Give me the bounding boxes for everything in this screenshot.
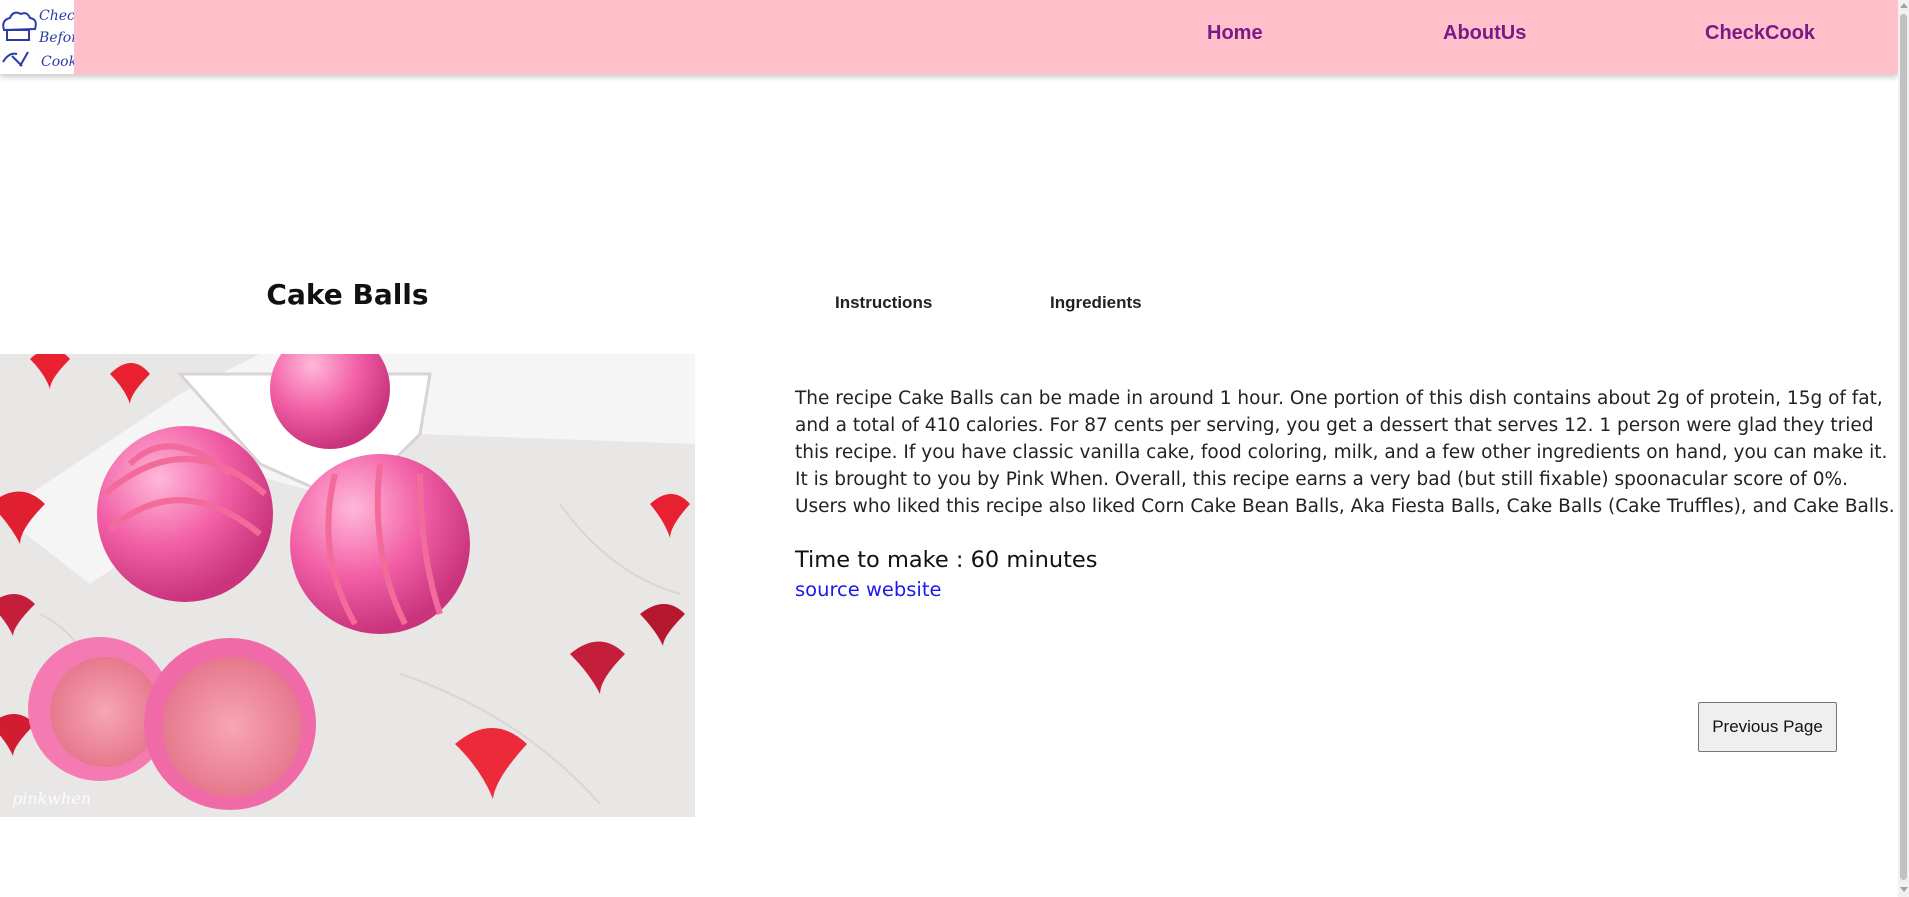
nav-aboutus-link[interactable]: AboutUs — [1443, 22, 1526, 45]
recipe-title: Cake Balls — [266, 278, 429, 311]
nav-home-link[interactable]: Home — [1207, 22, 1263, 45]
tab-instructions[interactable]: Instructions — [835, 293, 932, 313]
svg-text:Check: Check — [39, 8, 74, 24]
svg-text:Before: Before — [38, 30, 74, 46]
vertical-scrollbar[interactable] — [1898, 0, 1909, 897]
checkbeforecook-logo[interactable]: Check Before Cook — [0, 0, 74, 74]
svg-text:pinkwhen: pinkwhen — [12, 789, 91, 808]
source-website-link[interactable]: source website — [795, 578, 942, 601]
scrollbar-thumb[interactable] — [1900, 14, 1907, 880]
time-to-make: Time to make : 60 minutes — [795, 547, 1098, 573]
chef-hat-icon: Check Before Cook — [2, 8, 74, 70]
scroll-up-icon[interactable] — [1900, 3, 1908, 8]
nav-checkcook-link[interactable]: CheckCook — [1705, 22, 1815, 45]
top-navbar: Check Before Cook Home AboutUs CheckCook — [0, 0, 1898, 74]
svg-text:Cook: Cook — [41, 54, 74, 70]
recipe-photo: pinkwhen — [0, 354, 695, 817]
tab-ingredients[interactable]: Ingredients — [1050, 293, 1142, 313]
scroll-down-icon[interactable] — [1900, 887, 1908, 892]
previous-page-button[interactable]: Previous Page — [1698, 702, 1837, 752]
recipe-summary: The recipe Cake Balls can be made in aro… — [795, 388, 1895, 517]
